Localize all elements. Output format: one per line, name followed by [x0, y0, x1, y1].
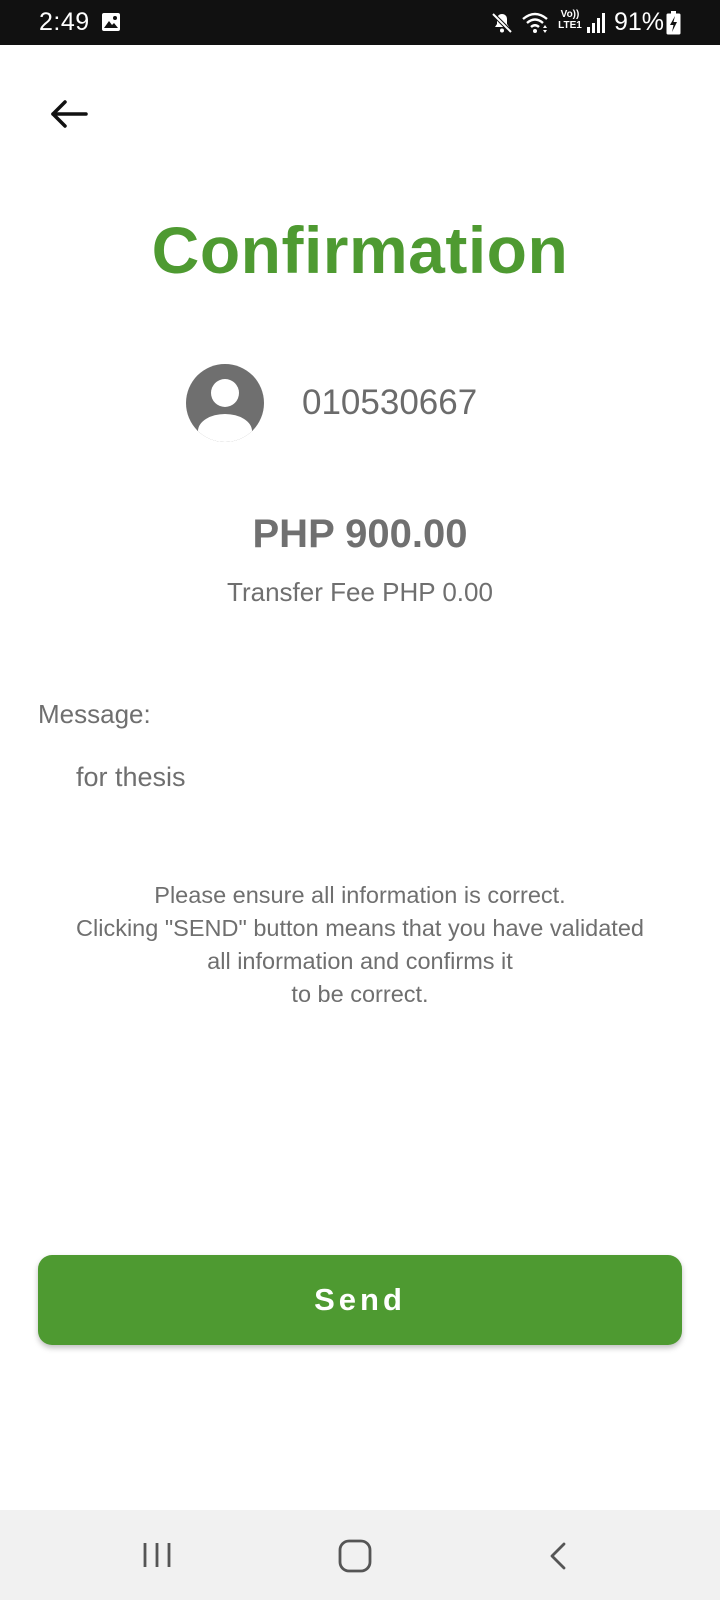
notice-line: Clicking "SEND" button means that you ha…	[76, 915, 644, 941]
notice-line: to be correct.	[291, 981, 429, 1007]
battery-charging-icon	[666, 11, 681, 35]
signal-icon	[587, 13, 605, 33]
confirmation-screen: 2:49 Vo)) LTE1 91% Confirmation 01053066…	[0, 0, 720, 1600]
message-value: for thesis	[76, 762, 186, 792]
system-nav-bar	[0, 1510, 720, 1600]
message-label: Message:	[38, 699, 151, 729]
back-arrow-icon[interactable]	[44, 92, 96, 136]
notice-line: Please ensure all information is correct…	[154, 882, 566, 908]
recents-icon[interactable]	[137, 1537, 177, 1573]
status-time: 2:49	[39, 8, 90, 36]
wifi-icon	[522, 12, 548, 33]
back-icon[interactable]	[541, 1536, 575, 1576]
send-button[interactable]: Send	[38, 1255, 682, 1345]
status-bar: 2:49 Vo)) LTE1 91%	[0, 0, 720, 45]
gallery-icon	[102, 13, 120, 31]
recipient-account-number: 010530667	[302, 383, 478, 422]
notice-line: all information and confirms it	[207, 948, 513, 974]
battery-percent: 91%	[614, 8, 665, 36]
mute-icon	[491, 12, 513, 34]
person-avatar-icon	[186, 364, 264, 442]
volte-icon: Vo)) LTE1	[558, 9, 582, 31]
transfer-amount: PHP 900.00	[252, 512, 468, 556]
home-icon[interactable]	[336, 1536, 376, 1576]
page-title: Confirmation	[151, 213, 569, 287]
transfer-fee: Transfer Fee PHP 0.00	[227, 577, 493, 607]
confirmation-notice: Please ensure all information is correct…	[20, 879, 700, 1011]
